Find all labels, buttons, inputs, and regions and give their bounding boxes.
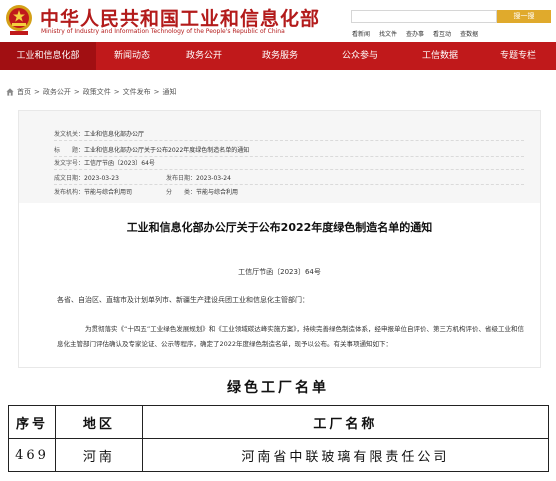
breadcrumb-separator: > [34,88,40,96]
meta-divider [54,169,524,170]
meta-issuer-value: 工业和信息化部办公厅 [84,131,145,138]
quick-link-data[interactable]: 查数据 [460,29,478,38]
meta-title-label: 标 题： [54,147,85,154]
meta-title-value: 工业和信息化部办公厅关于公布2022年度绿色制造名单的通知 [84,147,250,154]
national-emblem-icon[interactable] [4,4,34,36]
meta-department-value: 节能与综合利用司 [84,189,133,196]
cell-number: 469 [8,438,56,472]
meta-divider [54,184,524,185]
main-nav: 工业和信息化部 新闻动态 政务公开 政务服务 公众参与 工信数据 专题专栏 [0,42,556,70]
factory-table: 序号 地区 工厂名称 469 河南 河南省中联玻璃有限责任公司 [8,405,550,472]
meta-doc-number-label: 发文字号： [54,160,85,167]
meta-category-value: 节能与综合利用 [196,189,239,196]
nav-item-topics[interactable]: 专题专栏 [480,42,556,70]
meta-published-label: 发布日期： [166,175,197,182]
nav-item-participation[interactable]: 公众参与 [320,42,400,70]
column-header-factory-name: 工厂名称 [141,405,550,439]
meta-department-label: 发布机构： [54,189,85,196]
site-subtitle: Ministry of Industry and Information Tec… [41,28,285,35]
meta-created-value: 2023-03-23 [84,175,119,182]
factory-list-title: 绿色工厂名单 [227,380,329,396]
article-doc-number: 工信厅节函〔2023〕64号 [238,268,321,276]
meta-published-value: 2023-03-24 [196,175,231,182]
factory-list-card: 绿色工厂名单 序号 地区 工厂名称 469 河南 河南省中联玻璃有限责任公司 [0,371,556,481]
site-header: 中华人民共和国工业和信息化部 Ministry of Industry and … [0,0,556,42]
breadcrumb-file-release[interactable]: 文件发布 [123,87,151,97]
document-metadata: 发文机关：工业和信息化部办公厅 标 题：工业和信息化部办公厅关于公布2022年度… [19,111,540,203]
meta-divider [54,156,524,157]
article-salutation: 各省、自治区、直辖市及计划单列市、新疆生产建设兵团工业和信息化主管部门： [57,296,309,304]
meta-created-date: 成文日期：2023-03-23 [54,173,119,182]
nav-item-news[interactable]: 新闻动态 [96,42,168,70]
meta-created-label: 成文日期： [54,175,85,182]
meta-department: 发布机构：节能与综合利用司 [54,187,132,196]
site-title[interactable]: 中华人民共和国工业和信息化部 [40,4,320,31]
table-row: 469 河南 河南省中联玻璃有限责任公司 [8,438,550,472]
column-header-region: 地区 [54,405,143,439]
table-header-row: 序号 地区 工厂名称 [8,405,550,439]
article-body: 为贯彻落实《“十四五”工业绿色发展规划》和《工业领域碳达峰实施方案》，持续完善绿… [57,325,524,348]
quick-link-files[interactable]: 找文件 [379,29,397,38]
nav-item-services[interactable]: 政务服务 [240,42,320,70]
breadcrumb-home[interactable]: 首页 [17,87,31,97]
article-panel: 发文机关：工业和信息化部办公厅 标 题：工业和信息化部办公厅关于公布2022年度… [18,110,541,368]
nav-item-open-government[interactable]: 政务公开 [168,42,240,70]
nav-item-data[interactable]: 工信数据 [400,42,480,70]
meta-title: 标 题：工业和信息化部办公厅关于公布2022年度绿色制造名单的通知 [54,145,249,154]
nav-item-home[interactable]: 工业和信息化部 [0,42,96,70]
meta-divider [54,140,524,141]
breadcrumb-separator: > [73,88,80,96]
home-icon [6,88,14,96]
breadcrumb-separator: > [113,88,120,96]
meta-category-label: 分 类： [166,189,197,196]
quick-link-interaction[interactable]: 看互动 [433,29,451,38]
column-header-number: 序号 [8,405,56,439]
breadcrumb: 首页 > 政务公开 > 政策文件 > 文件发布 > 通知 [6,87,177,97]
breadcrumb-policy-files[interactable]: 政策文件 [83,87,111,97]
quick-link-news[interactable]: 看新闻 [352,29,370,38]
cell-region: 河南 [54,438,143,472]
search-button[interactable]: 搜一搜 [497,10,551,23]
meta-issuer-label: 发文机关： [54,131,85,138]
meta-doc-number: 发文字号：工信厅节函〔2023〕64号 [54,158,155,167]
quick-links: 看新闻 找文件 查办事 看互动 查数据 [352,29,478,38]
breadcrumb-open-government[interactable]: 政务公开 [43,87,71,97]
meta-doc-number-value: 工信厅节函〔2023〕64号 [84,160,155,167]
meta-issuer: 发文机关：工业和信息化部办公厅 [54,129,144,138]
search-input[interactable] [351,10,497,23]
meta-category: 分 类：节能与综合利用 [166,187,238,196]
quick-link-services[interactable]: 查办事 [406,29,424,38]
meta-published-date: 发布日期：2023-03-24 [166,173,231,182]
breadcrumb-separator: > [153,88,160,96]
cell-factory-name: 河南省中联玻璃有限责任公司 [141,438,550,472]
breadcrumb-notice[interactable]: 通知 [163,87,177,97]
article-title: 工业和信息化部办公厅关于公布2022年度绿色制造名单的通知 [126,221,433,234]
